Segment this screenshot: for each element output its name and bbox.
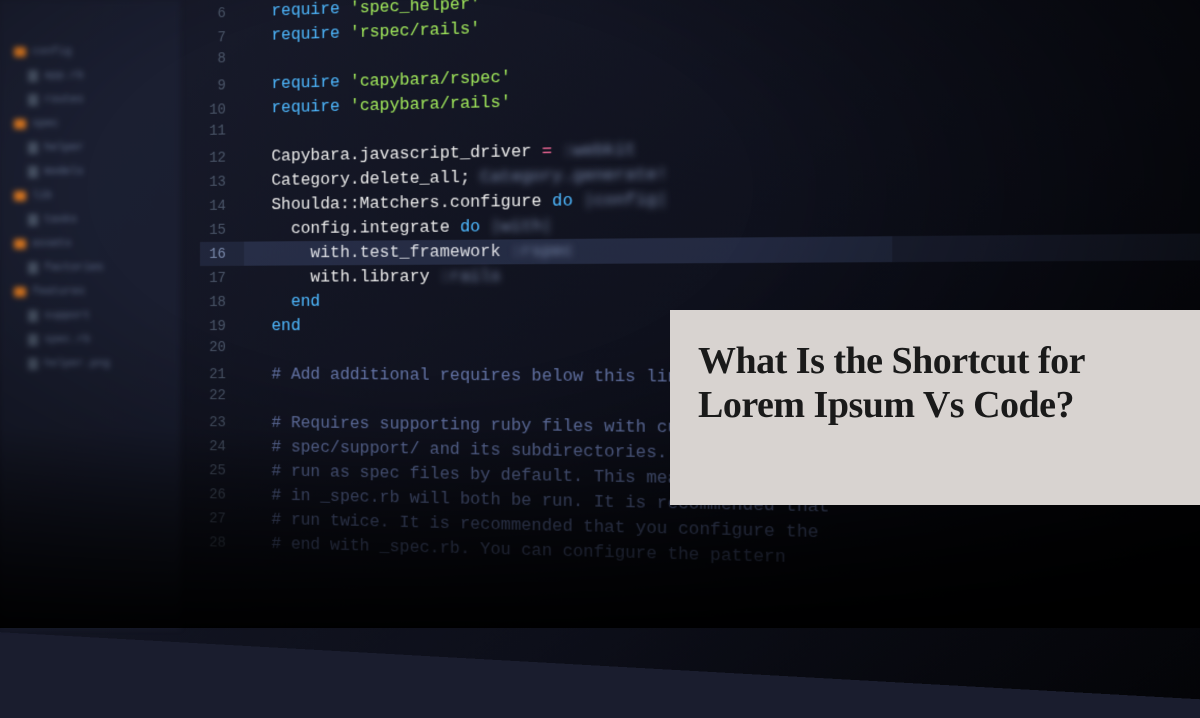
- article-title: What Is the Shortcut for Lorem Ipsum Vs …: [698, 340, 1172, 427]
- code-content: config.integrate do |with|: [244, 214, 552, 242]
- sidebar-label: factories: [44, 262, 103, 274]
- sidebar-item-7[interactable]: tasks: [0, 208, 180, 232]
- sidebar-label: assets: [32, 238, 72, 250]
- file-explorer-sidebar: config app.rb routes spec helper models lib tas…: [0, 0, 180, 628]
- line-number: 22: [200, 386, 238, 407]
- sidebar-label: models: [44, 166, 84, 178]
- line-number: 24: [200, 437, 238, 459]
- code-content: with.library :rails: [244, 264, 501, 290]
- file-icon: [28, 166, 38, 178]
- line-number: 14: [200, 196, 238, 218]
- sidebar-item-4[interactable]: helper: [0, 136, 180, 160]
- sidebar-label: routes: [44, 94, 84, 106]
- sidebar-label: app.rb: [44, 70, 84, 82]
- file-icon: [28, 94, 38, 106]
- folder-icon: [14, 191, 26, 201]
- line-number: 7: [200, 28, 238, 50]
- line-number: 12: [200, 148, 238, 170]
- code-content: with.test_framework :rspec: [244, 239, 573, 266]
- sidebar-label: helper: [44, 142, 84, 154]
- file-icon: [28, 214, 38, 226]
- folder-icon: [14, 119, 26, 129]
- line-number: 25: [200, 461, 238, 483]
- file-icon: [28, 334, 38, 346]
- line-number: 6: [200, 4, 238, 26]
- sidebar-item-12[interactable]: spec.rb: [0, 328, 180, 352]
- sidebar-label: spec.rb: [44, 334, 90, 346]
- code-line-17[interactable]: 17 with.library :rails: [200, 260, 1200, 290]
- line-number: 21: [200, 365, 238, 386]
- sidebar-label: spec: [32, 118, 58, 130]
- title-card: What Is the Shortcut for Lorem Ipsum Vs …: [670, 310, 1200, 505]
- code-content: end: [244, 290, 320, 314]
- code-content: end: [244, 314, 301, 338]
- line-number: 17: [200, 269, 238, 290]
- sidebar-item-8[interactable]: assets: [0, 232, 180, 256]
- sidebar-item-10[interactable]: features: [0, 280, 180, 304]
- sidebar-item-3[interactable]: spec: [0, 112, 180, 136]
- line-number: 26: [200, 485, 238, 507]
- file-icon: [28, 142, 38, 154]
- sidebar-label: support: [44, 310, 90, 322]
- sidebar-label: tasks: [44, 214, 77, 226]
- sidebar-label: features: [32, 286, 85, 298]
- sidebar-label: lib: [32, 190, 52, 202]
- line-number: 28: [200, 533, 238, 555]
- folder-icon: [14, 239, 26, 249]
- line-number: 27: [200, 509, 238, 531]
- file-icon: [28, 358, 38, 370]
- sidebar-item-5[interactable]: models: [0, 160, 180, 184]
- line-number: 23: [200, 413, 238, 435]
- folder-icon: [14, 47, 26, 57]
- line-number: 20: [200, 338, 238, 359]
- line-number: 18: [200, 293, 238, 314]
- line-number: 11: [200, 121, 238, 143]
- file-icon: [28, 262, 38, 274]
- line-number: 13: [200, 172, 238, 194]
- sidebar-item-6[interactable]: lib: [0, 184, 180, 208]
- sidebar-label: helper.png: [44, 358, 110, 370]
- line-number: 8: [200, 49, 238, 71]
- file-icon: [28, 310, 38, 322]
- sidebar-item-9[interactable]: factories: [0, 256, 180, 280]
- line-number: 10: [200, 100, 238, 122]
- line-number: 19: [200, 317, 238, 338]
- line-number: 15: [200, 221, 238, 242]
- sidebar-item-2[interactable]: routes: [0, 88, 180, 112]
- file-icon: [28, 70, 38, 82]
- sidebar-item-0[interactable]: config: [0, 40, 180, 64]
- line-number: 9: [200, 76, 238, 98]
- sidebar-item-1[interactable]: app.rb: [0, 64, 180, 88]
- sidebar-item-11[interactable]: support: [0, 304, 180, 328]
- line-number: 16: [200, 245, 238, 266]
- folder-icon: [14, 287, 26, 297]
- sidebar-label: config: [32, 46, 72, 58]
- sidebar-item-13[interactable]: helper.png: [0, 352, 180, 376]
